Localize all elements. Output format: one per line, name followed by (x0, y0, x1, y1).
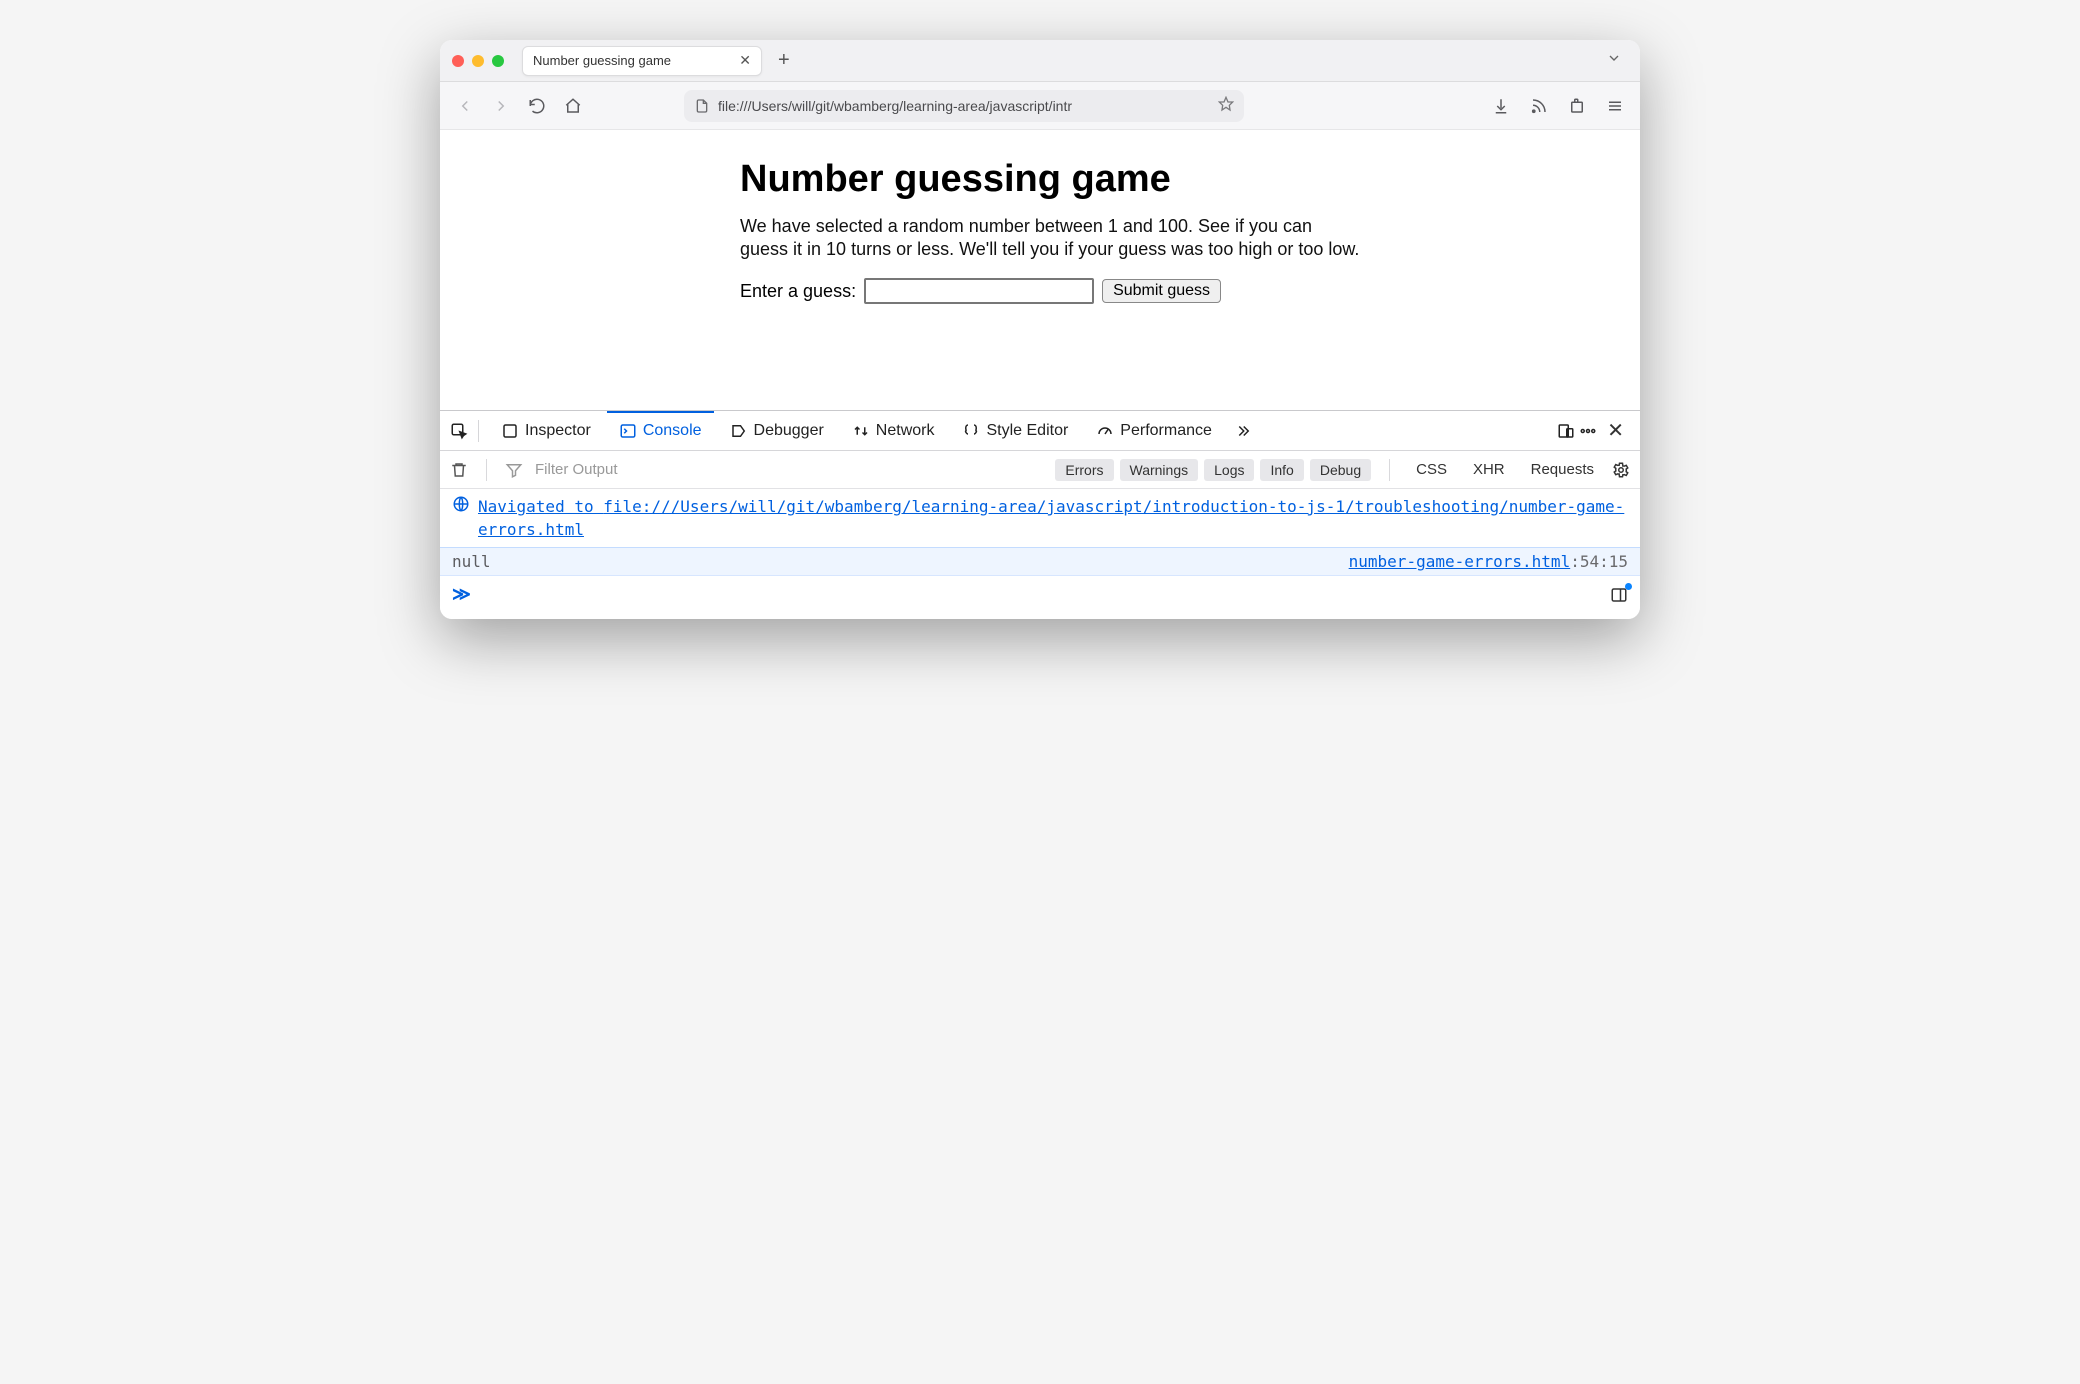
page-icon (694, 98, 710, 114)
page-heading: Number guessing game (740, 158, 1600, 201)
network-icon (852, 422, 870, 440)
submit-guess-button[interactable]: Submit guess (1102, 279, 1221, 303)
inspector-icon (501, 422, 519, 440)
tab-network[interactable]: Network (840, 411, 947, 450)
responsive-mode-icon[interactable] (1557, 422, 1575, 440)
home-button[interactable] (562, 95, 584, 117)
log-source-location[interactable]: number-game-errors.html:54:15 (1349, 552, 1628, 571)
log-level-chips: Errors Warnings Logs Info Debug (1055, 459, 1371, 481)
bookmark-star-icon[interactable] (1218, 96, 1234, 115)
zoom-window-button[interactable] (492, 55, 504, 67)
toggle-requests[interactable]: Requests (1523, 461, 1602, 478)
list-tabs-button[interactable] (1606, 50, 1622, 71)
console-messages: Navigated to file:///Users/will/git/wbam… (440, 489, 1640, 619)
navigation-text: Navigated to file:///Users/will/git/wbam… (478, 495, 1628, 541)
page-content: Number guessing game We have selected a … (440, 130, 1640, 410)
devtools-panel: Inspector Console Debugger Network Style… (440, 410, 1640, 619)
inspect-element-icon[interactable] (450, 422, 468, 440)
devtools-tabbar: Inspector Console Debugger Network Style… (440, 411, 1640, 451)
filter-output-input[interactable] (533, 460, 736, 479)
back-button[interactable] (454, 95, 476, 117)
reload-button[interactable] (526, 95, 548, 117)
url-toolbar: file:///Users/will/git/wbamberg/learning… (440, 82, 1640, 130)
chip-logs[interactable]: Logs (1204, 459, 1254, 481)
close-devtools-button[interactable]: ✕ (1601, 418, 1630, 443)
downloads-button[interactable] (1490, 95, 1512, 117)
console-prompt-icon: ≫ (452, 584, 471, 605)
tab-performance[interactable]: Performance (1084, 411, 1224, 450)
app-menu-button[interactable] (1604, 95, 1626, 117)
minimize-window-button[interactable] (472, 55, 484, 67)
debugger-icon (730, 422, 748, 440)
console-settings-button[interactable] (1612, 461, 1630, 479)
guess-label: Enter a guess: (740, 281, 856, 302)
window-controls (452, 55, 504, 67)
tab-inspector[interactable]: Inspector (489, 411, 603, 450)
style-editor-icon (962, 422, 980, 440)
console-filter-bar: Errors Warnings Logs Info Debug CSS XHR … (440, 451, 1640, 489)
tab-title: Number guessing game (533, 53, 671, 68)
rss-icon[interactable] (1528, 95, 1550, 117)
new-tab-button[interactable]: + (772, 49, 796, 72)
titlebar: Number guessing game ✕ + (440, 40, 1640, 82)
kebab-menu-icon[interactable] (1579, 422, 1597, 440)
chip-debug[interactable]: Debug (1310, 459, 1371, 481)
console-navigation-message[interactable]: Navigated to file:///Users/will/git/wbam… (440, 489, 1640, 548)
address-bar[interactable]: file:///Users/will/git/wbamberg/learning… (684, 90, 1244, 122)
split-console-toggle[interactable] (1610, 586, 1628, 604)
close-tab-button[interactable]: ✕ (739, 52, 751, 69)
close-window-button[interactable] (452, 55, 464, 67)
chip-info[interactable]: Info (1260, 459, 1303, 481)
chip-errors[interactable]: Errors (1055, 459, 1113, 481)
toggle-css[interactable]: CSS (1408, 461, 1455, 478)
tab-style-editor[interactable]: Style Editor (950, 411, 1080, 450)
performance-icon (1096, 422, 1114, 440)
browser-tab[interactable]: Number guessing game ✕ (522, 46, 762, 76)
url-text: file:///Users/will/git/wbamberg/learning… (718, 98, 1072, 114)
extensions-button[interactable] (1566, 95, 1588, 117)
console-log-row[interactable]: null number-game-errors.html:54:15 (440, 548, 1640, 576)
tab-console[interactable]: Console (607, 411, 714, 450)
more-tools-button[interactable] (1234, 422, 1252, 440)
clear-console-button[interactable] (450, 461, 468, 479)
guess-input[interactable] (864, 278, 1094, 304)
guess-form: Enter a guess: Submit guess (740, 278, 1600, 304)
tab-debugger[interactable]: Debugger (718, 411, 836, 450)
log-value: null (452, 552, 491, 571)
chip-warnings[interactable]: Warnings (1120, 459, 1199, 481)
forward-button[interactable] (490, 95, 512, 117)
toggle-xhr[interactable]: XHR (1465, 461, 1513, 478)
page-intro: We have selected a random number between… (740, 215, 1360, 260)
console-icon (619, 422, 637, 440)
globe-icon (452, 495, 470, 513)
browser-window: Number guessing game ✕ + file:///Users/w… (440, 40, 1640, 619)
filter-icon (505, 461, 523, 479)
console-input-row[interactable]: ≫ (440, 576, 1640, 619)
